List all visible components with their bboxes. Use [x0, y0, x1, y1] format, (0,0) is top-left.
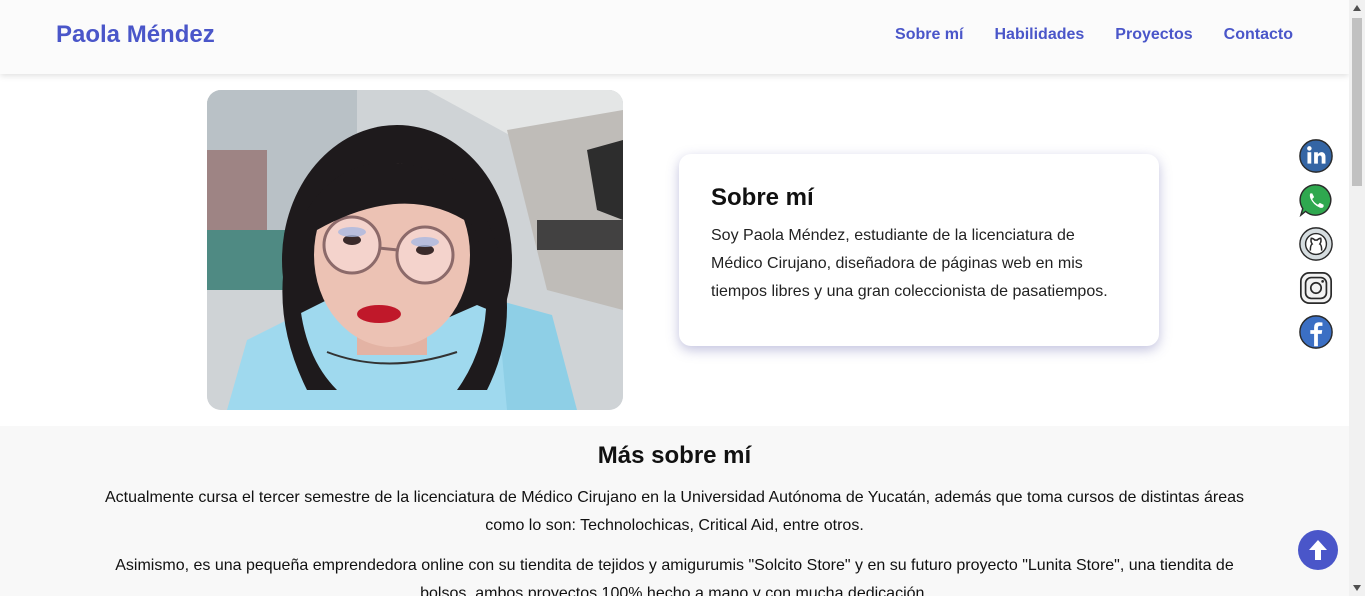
social-links: [1297, 138, 1337, 350]
page-scrollbar[interactable]: [1349, 0, 1365, 596]
nav-links: Sobre mí Habilidades Proyectos Contacto: [895, 26, 1293, 44]
nav-link-contacto[interactable]: Contacto: [1224, 26, 1293, 44]
caret-down-icon: [1353, 585, 1361, 591]
scrollbar-down-arrow[interactable]: [1349, 580, 1365, 596]
nav-link-sobre-mi[interactable]: Sobre mí: [895, 26, 963, 44]
instagram-icon[interactable]: [1297, 270, 1335, 306]
scrollbar-thumb[interactable]: [1352, 18, 1362, 186]
more-about-section: Más sobre mí Actualmente cursa el tercer…: [0, 426, 1349, 596]
github-icon[interactable]: [1297, 226, 1335, 262]
arrow-up-icon: [1309, 540, 1327, 560]
caret-up-icon: [1353, 5, 1361, 11]
more-about-title: Más sobre mí: [597, 442, 752, 469]
nav-link-proyectos[interactable]: Proyectos: [1115, 26, 1192, 44]
facebook-icon[interactable]: [1297, 314, 1335, 350]
about-text: Soy Paola Méndez, estudiante de la licen…: [711, 227, 1108, 300]
whatsapp-icon[interactable]: [1297, 182, 1335, 218]
more-about-paragraph-2: Asimismo, es una pequeña emprendedora on…: [115, 557, 1234, 596]
navbar: Paola Méndez Sobre mí Habilidades Proyec…: [0, 0, 1349, 74]
profile-photo: [207, 90, 623, 410]
linkedin-icon[interactable]: [1297, 138, 1335, 174]
nav-link-habilidades[interactable]: Habilidades: [994, 26, 1084, 44]
scrollbar-up-arrow[interactable]: [1349, 0, 1365, 16]
scroll-to-top-button[interactable]: [1298, 530, 1338, 570]
brand-logo[interactable]: Paola Méndez: [56, 21, 215, 49]
more-about-paragraph-1: Actualmente cursa el tercer semestre de …: [105, 489, 1244, 534]
page-viewport: Paola Méndez Sobre mí Habilidades Proyec…: [0, 0, 1349, 596]
profile-photo-illustration: [207, 90, 623, 410]
about-card: Sobre mí Soy Paola Méndez, estudiante de…: [679, 154, 1159, 346]
hero-section: Sobre mí Soy Paola Méndez, estudiante de…: [0, 74, 1349, 426]
about-title: Sobre mí: [711, 184, 814, 211]
